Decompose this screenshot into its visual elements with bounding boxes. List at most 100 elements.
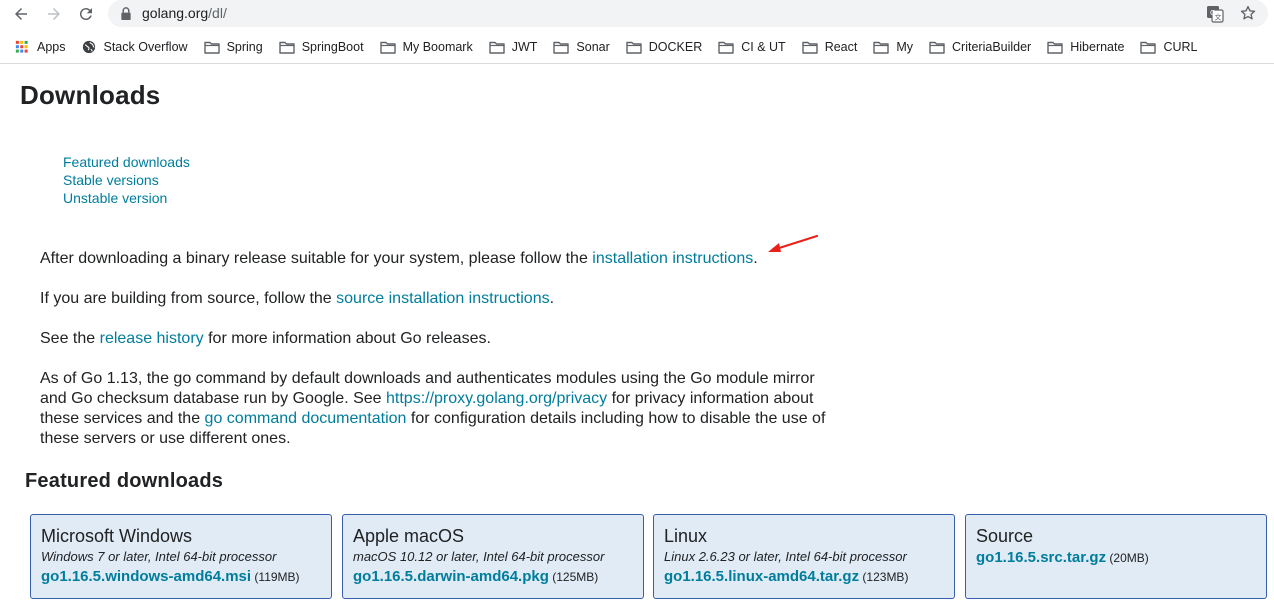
annotation-arrow-icon: [768, 234, 819, 252]
bookmark-react[interactable]: React: [802, 40, 858, 54]
translate-icon[interactable]: G 文: [1206, 5, 1224, 23]
folder-icon: [626, 40, 649, 54]
featured-downloads: Microsoft Windows Windows 7 or later, In…: [30, 514, 1270, 600]
bookmark-springboot[interactable]: SpringBoot: [279, 40, 364, 54]
download-card-windows[interactable]: Microsoft Windows Windows 7 or later, In…: [30, 514, 332, 599]
download-link-source[interactable]: go1.16.5.src.tar.gz: [976, 549, 1106, 566]
bookmark-spring[interactable]: Spring: [203, 40, 263, 54]
p3-end: for more information about Go releases.: [203, 330, 491, 347]
table-of-contents: Featured downloads Stable versions Unsta…: [63, 153, 190, 207]
bookmark-docker[interactable]: DOCKER: [626, 40, 702, 54]
folder-icon: [553, 40, 576, 54]
release-history-link[interactable]: release history: [100, 330, 204, 347]
folder-icon: [379, 40, 403, 54]
reload-button[interactable]: [75, 3, 97, 25]
p2-text: If you are building from source, follow …: [40, 290, 337, 307]
bookmark-label: CriteriaBuilder: [952, 40, 1032, 54]
bookmark-label: Spring: [226, 40, 263, 54]
bookmark-sonar[interactable]: Sonar: [553, 40, 610, 54]
source-installation-link[interactable]: source installation instructions: [336, 290, 549, 307]
download-link-linux[interactable]: go1.16.5.linux-amd64.tar.gz: [664, 568, 859, 585]
p2-end: .: [549, 290, 555, 307]
folder-icon: [1140, 40, 1163, 54]
url-text: golang.org/dl/: [142, 5, 227, 21]
card-file: go1.16.5.windows-amd64.msi (119MB): [41, 568, 321, 585]
bookmark-label: Apps: [37, 40, 66, 54]
release-history-paragraph: See the release history for more informa…: [40, 329, 840, 349]
address-bar[interactable]: golang.org/dl/ G 文: [108, 0, 1268, 27]
bookmark-label: Sonar: [576, 40, 610, 54]
back-button[interactable]: [10, 3, 32, 25]
bookmark-label: React: [824, 40, 858, 54]
bookmark-ci-ut[interactable]: CI & UT: [718, 40, 786, 54]
folder-icon: [873, 40, 896, 54]
source-install-paragraph: If you are building from source, follow …: [40, 289, 840, 309]
p1-end: .: [753, 250, 758, 267]
svg-text:文: 文: [1215, 13, 1222, 22]
folder-icon: [203, 40, 227, 54]
p3-text: See the: [40, 330, 100, 347]
bookmark-jwt[interactable]: JWT: [489, 40, 538, 54]
bookmark-label: My Boomark: [402, 40, 473, 54]
toc-link-unstable-version[interactable]: Unstable version: [63, 189, 190, 207]
bookmark-label: Hibernate: [1070, 40, 1125, 54]
forward-button[interactable]: [43, 3, 65, 25]
arrow-left-icon: [15, 8, 27, 20]
folder-icon: [279, 40, 302, 54]
bookmark-my-boomark[interactable]: My Boomark: [379, 40, 473, 54]
install-instructions-paragraph: After downloading a binary release suita…: [40, 249, 840, 269]
download-link-windows[interactable]: go1.16.5.windows-amd64.msi: [41, 568, 251, 585]
url-host: golang.org: [142, 5, 209, 21]
installation-instructions-link[interactable]: installation instructions: [592, 250, 753, 267]
card-file: go1.16.5.src.tar.gz (20MB): [976, 549, 1256, 566]
folder-icon: [802, 40, 825, 54]
proxy-privacy-link[interactable]: https://proxy.golang.org/privacy: [386, 390, 607, 407]
bookmark-stack-overflow[interactable]: Stack Overflow: [81, 40, 188, 54]
card-file: go1.16.5.linux-amd64.tar.gz (123MB): [664, 568, 944, 585]
folder-icon: [1047, 40, 1070, 54]
download-link-macos[interactable]: go1.16.5.darwin-amd64.pkg: [353, 568, 549, 585]
card-file-size: (20MB): [1109, 551, 1149, 565]
card-os-name: Apple macOS: [353, 526, 465, 546]
card-file-size: (125MB): [552, 570, 599, 584]
globe-icon: [81, 40, 104, 54]
page-title: Downloads: [20, 80, 161, 110]
download-card-macos[interactable]: Apple macOS macOS 10.12 or later, Intel …: [342, 514, 644, 599]
card-os-name: Microsoft Windows: [41, 526, 193, 546]
apps-grid-icon: [14, 40, 37, 54]
bookmark-label: My: [896, 40, 914, 54]
bookmark-hibernate[interactable]: Hibernate: [1047, 40, 1124, 54]
card-requirements: Linux 2.6.23 or later, Intel 64-bit proc…: [664, 549, 907, 564]
reload-icon: [79, 8, 92, 21]
bookmark-label: JWT: [511, 40, 538, 54]
folder-icon: [929, 40, 952, 54]
bookmark-criteriabuilder[interactable]: CriteriaBuilder: [929, 40, 1031, 54]
card-os-name: Source: [976, 526, 1034, 546]
download-card-source[interactable]: Source go1.16.5.src.tar.gz (20MB): [965, 514, 1267, 599]
folder-icon: [489, 40, 512, 54]
card-file-size: (119MB): [254, 570, 300, 584]
arrow-right-icon: [48, 8, 60, 20]
card-os-name: Linux: [664, 526, 708, 546]
featured-downloads-heading: Featured downloads: [25, 470, 224, 492]
go-command-docs-link[interactable]: go command documentation: [205, 410, 407, 427]
bookmark-apps[interactable]: Apps: [14, 40, 66, 54]
module-mirror-paragraph: As of Go 1.13, the go command by default…: [40, 369, 840, 449]
bookmarks-bar: Apps Stack Overflow Spring SpringBoot My Boo…: [0, 33, 1274, 61]
card-requirements: macOS 10.12 or later, Intel 64-bit proce…: [353, 549, 605, 564]
browser-toolbar: golang.org/dl/ G 文: [0, 0, 1274, 28]
toolbar-divider: [0, 63, 1274, 64]
toc-link-stable-versions[interactable]: Stable versions: [63, 171, 190, 189]
card-file: go1.16.5.darwin-amd64.pkg (125MB): [353, 568, 633, 585]
bookmark-label: Stack Overflow: [103, 40, 188, 54]
toc-link-featured-downloads[interactable]: Featured downloads: [63, 153, 190, 171]
folder-icon: [718, 40, 741, 54]
card-requirements: Windows 7 or later, Intel 64-bit process…: [41, 549, 277, 564]
card-file-size: (123MB): [862, 570, 909, 584]
lock-icon: [121, 7, 131, 20]
bookmark-star-icon[interactable]: [1239, 4, 1257, 22]
bookmark-curl[interactable]: CURL: [1140, 40, 1197, 54]
download-card-linux[interactable]: Linux Linux 2.6.23 or later, Intel 64-bi…: [653, 514, 955, 599]
bookmark-label: CI & UT: [741, 40, 786, 54]
bookmark-my[interactable]: My: [873, 40, 913, 54]
